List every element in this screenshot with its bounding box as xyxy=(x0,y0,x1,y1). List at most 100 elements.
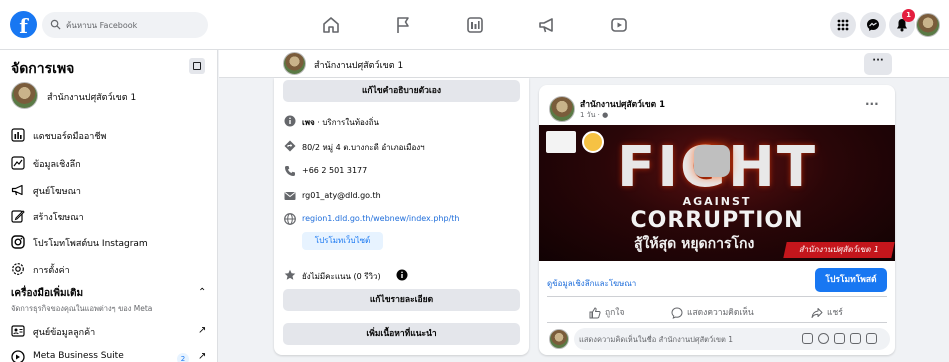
external-link-icon: ↗ xyxy=(198,351,207,362)
sidebar-item-label: ศูนย์ข้อมูลลูกค้า xyxy=(33,328,96,338)
comment-label: แสดงความคิดเห็น xyxy=(687,308,754,318)
share-label: แชร์ xyxy=(827,308,843,318)
globe-icon: ● xyxy=(602,111,609,119)
collapse-sidebar-button[interactable] xyxy=(189,58,205,74)
address-row: 80/2 หมู่ 4 ต.บางกะดี อำเภอเมืองฯ xyxy=(284,139,524,155)
info-icon[interactable] xyxy=(396,269,408,281)
sidebar-page-profile[interactable]: สำนักงานปศุสัตว์เขต 1 xyxy=(11,82,211,112)
home-icon[interactable] xyxy=(321,15,341,35)
phone-icon xyxy=(285,166,295,176)
globe-icon xyxy=(284,213,296,225)
post-author-name[interactable]: สำนักงานปศุสัตว์เขต 1 xyxy=(580,97,665,111)
notification-badge: 1 xyxy=(902,9,915,22)
meta-business-suite-badge: 2 xyxy=(177,353,189,362)
boost-post-button[interactable]: โปรโมทโพสต์ xyxy=(815,268,887,292)
messenger-button[interactable] xyxy=(860,12,886,38)
page-header-name: สำนักงานปศุสัตว์เขต 1 xyxy=(314,61,404,71)
sticker-icon[interactable] xyxy=(866,333,877,344)
page-category-text: · บริการในท้องถิ่น xyxy=(314,118,380,127)
email-row: rg01_aty@dld.go.th xyxy=(284,189,524,205)
dashboard-icon xyxy=(11,128,25,142)
more-tools-subtitle: จัดการธุรกิจของคุณในแอพต่างๆ ของ Meta xyxy=(11,304,153,313)
view-insights-link[interactable]: ดูข้อมูลเชิงลึกและโฆษณา xyxy=(547,277,636,290)
accounts-center-icon xyxy=(11,325,25,337)
info-icon xyxy=(284,115,296,127)
avatar-sticker-icon[interactable] xyxy=(802,333,813,344)
settings-icon xyxy=(12,263,24,275)
create-ad-icon xyxy=(11,210,25,223)
post-time-text: 1 วัน · xyxy=(580,111,603,119)
sidebar-item-label: โปรโมทโพสต์บน Instagram xyxy=(33,239,148,249)
divider xyxy=(547,296,887,297)
comment-icon xyxy=(671,306,683,319)
sidebar-item-create-ad[interactable]: สร้างโฆษณา xyxy=(11,207,211,227)
top-navigation-bar: f ค้นหาบน Facebook 1 xyxy=(0,0,949,50)
location-pin-icon xyxy=(284,140,296,152)
thumbs-up-icon xyxy=(589,306,601,318)
post-image[interactable]: FIGHT AGAINST CORRUPTION สู้ให้สุด หยุดก… xyxy=(539,125,895,261)
share-icon xyxy=(811,307,823,318)
sidebar-toggle-icon xyxy=(193,62,201,70)
post-more-options-button[interactable]: ··· xyxy=(865,97,879,111)
facebook-logo[interactable]: f xyxy=(10,11,37,38)
emoji-icon[interactable] xyxy=(818,333,829,344)
post-card: สำนักงานปศุสัตว์เขต 1 1 วัน · ● ··· FIGH… xyxy=(539,85,895,355)
sidebar-item-instagram-boost[interactable]: โปรโมทโพสต์บน Instagram xyxy=(11,233,211,253)
page-more-options-button[interactable]: ··· xyxy=(864,53,892,75)
sidebar-item-label: ศูนย์โฆษณา xyxy=(33,187,81,197)
commenter-avatar[interactable] xyxy=(549,329,569,349)
menu-button[interactable] xyxy=(830,12,856,38)
video-icon[interactable] xyxy=(609,15,629,35)
sidebar-item-insights[interactable]: ข้อมูลเชิงลึก xyxy=(11,154,211,174)
camera-icon[interactable] xyxy=(834,333,845,344)
flag-icon[interactable] xyxy=(393,15,413,35)
sidebar-item-dashboard[interactable]: แดชบอร์ดมืออาชีพ xyxy=(11,126,211,146)
page-rating: ยังไม่มีคะแนน (0 รีวิว) xyxy=(302,272,381,281)
comment-button[interactable]: แสดงความคิดเห็น xyxy=(671,305,754,319)
sidebar-item-label: สร้างโฆษณา xyxy=(33,213,84,223)
page-category: เพจ · บริการในท้องถิ่น xyxy=(302,116,379,129)
chevron-up-icon[interactable]: ⌃ xyxy=(198,287,206,298)
instagram-icon xyxy=(11,235,25,249)
grid-menu-icon xyxy=(837,19,849,31)
megaphone-icon[interactable] xyxy=(537,15,557,35)
edit-bio-button[interactable]: แก้ไขคำอธิบายตัวเอง xyxy=(283,80,520,102)
sidebar-item-label: แดชบอร์ดมืออาชีพ xyxy=(33,132,107,142)
more-tools-heading: เครื่องมือเพิ่มเติม xyxy=(11,288,84,299)
page-email: rg01_aty@dld.go.th xyxy=(302,191,381,200)
messenger-icon xyxy=(867,19,879,31)
search-input[interactable]: ค้นหาบน Facebook xyxy=(42,12,208,38)
account-avatar[interactable] xyxy=(916,13,940,37)
page-avatar xyxy=(11,82,38,109)
like-label: ถูกใจ xyxy=(605,308,625,318)
insights-icon xyxy=(11,156,25,170)
pages-insights-icon[interactable] xyxy=(465,15,485,35)
like-button[interactable]: ถูกใจ xyxy=(589,305,624,319)
banner-line-against: AGAINST xyxy=(682,195,752,208)
intro-card: แก้ไขคำอธิบายตัวเอง เพจ · บริการในท้องถิ… xyxy=(274,78,529,355)
page-header-bar: สำนักงานปศุสัตว์เขต 1 ··· xyxy=(219,50,949,78)
sidebar-item-label: การตั้งค่า xyxy=(33,266,70,276)
sidebar-item-accounts-center[interactable]: ศูนย์ข้อมูลลูกค้า xyxy=(11,322,211,342)
page-avatar[interactable] xyxy=(283,52,306,75)
edit-details-button[interactable]: แก้ไขรายละเอียด xyxy=(283,289,520,311)
page-website-link[interactable]: region1.dld.go.th/webnew/index.php/th xyxy=(302,214,459,223)
page-category-prefix: เพจ xyxy=(302,118,315,127)
page-address: 80/2 หมู่ 4 ต.บางกะดี อำเภอเมืองฯ xyxy=(302,143,425,152)
share-button[interactable]: แชร์ xyxy=(811,305,843,319)
comment-placeholder: แสดงความคิดเห็นในชื่อ สำนักงานปศุสัตว์เข… xyxy=(579,335,733,344)
phone-row: +66 2 501 3177 xyxy=(284,164,524,180)
ad-center-icon xyxy=(11,184,23,196)
rating-row: ยังไม่มีคะแนน (0 รีวิว) xyxy=(284,268,524,284)
post-author-avatar[interactable] xyxy=(549,96,575,122)
post-timestamp[interactable]: 1 วัน · ● xyxy=(580,110,608,121)
gif-icon[interactable] xyxy=(850,333,861,344)
add-featured-button[interactable]: เพิ่มเนื้อหาที่แนะนำ xyxy=(283,323,520,345)
sidebar-item-ad-center[interactable]: ศูนย์โฆษณา xyxy=(11,181,211,201)
comment-input[interactable]: แสดงความคิดเห็นในชื่อ สำนักงานปศุสัตว์เข… xyxy=(574,328,890,350)
sidebar-item-settings[interactable]: การตั้งค่า xyxy=(11,260,211,280)
sidebar-title: จัดการเพจ xyxy=(11,61,75,77)
banner-thai-slogan: สู้ให้สุด หยุดการโกง xyxy=(634,236,755,252)
promote-website-button[interactable]: โปรโมทเว็บไซต์ xyxy=(302,232,383,250)
manage-page-sidebar: จัดการเพจ สำนักงานปศุสัตว์เขต 1 แดชบอร์ด… xyxy=(0,50,218,362)
